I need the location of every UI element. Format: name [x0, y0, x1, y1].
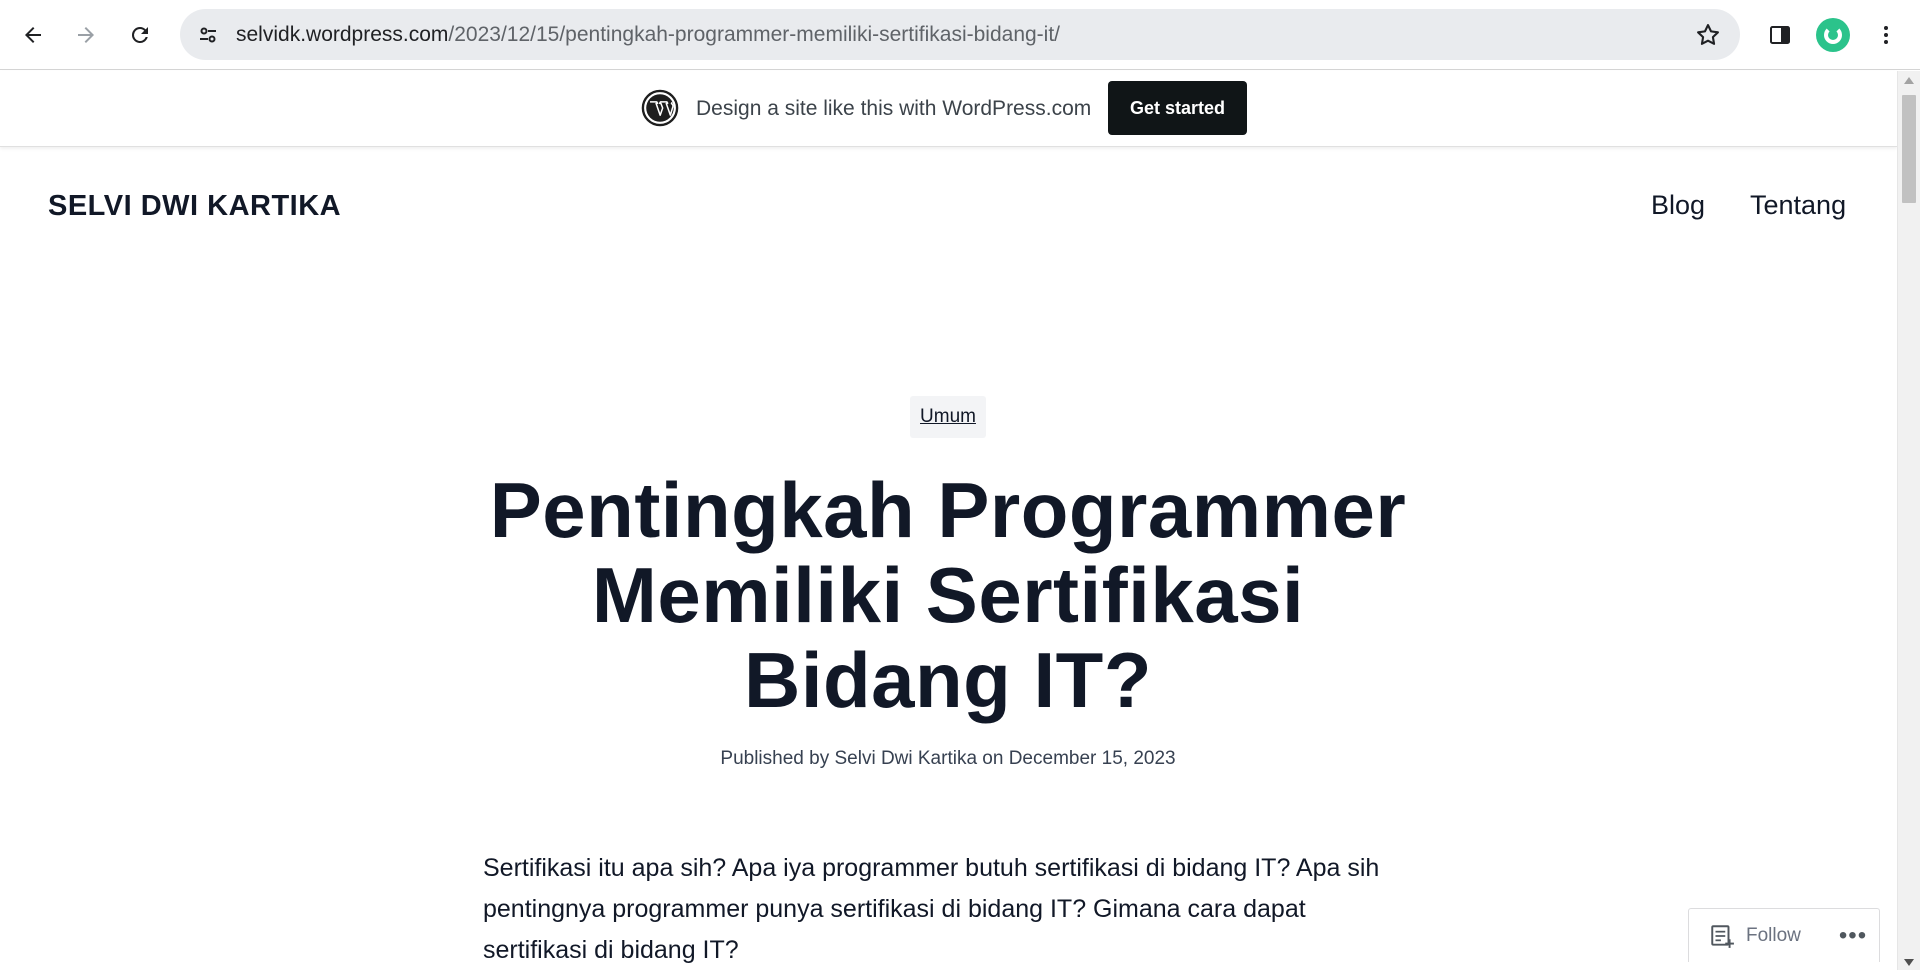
- site-title[interactable]: SELVI DWI KARTIKA: [48, 190, 341, 223]
- side-panel-button[interactable]: [1762, 17, 1798, 53]
- scrollbar-thumb[interactable]: [1902, 95, 1916, 203]
- site-info-icon[interactable]: [194, 21, 222, 49]
- post-title-line: Memiliki Sertifikasi: [591, 551, 1305, 639]
- post-title-line: Pentingkah Programmer: [489, 466, 1407, 554]
- url-text[interactable]: selvidk.wordpress.com/2023/12/15/penting…: [236, 23, 1060, 47]
- post-byline: Published by Selvi Dwi Kartika on Decemb…: [720, 748, 1176, 769]
- side-panel-icon: [1770, 26, 1790, 44]
- url-host: selvidk.wordpress.com: [236, 23, 449, 46]
- menu-icon: [1884, 26, 1888, 44]
- forward-button[interactable]: [68, 17, 104, 53]
- profile-avatar-glyph: [1824, 26, 1842, 44]
- profile-avatar[interactable]: [1816, 18, 1850, 52]
- browser-toolbar: selvidk.wordpress.com/2023/12/15/penting…: [0, 0, 1920, 70]
- wordpress-logo-icon[interactable]: [641, 89, 679, 127]
- banner-text: Design a site like this with WordPress.c…: [696, 97, 1092, 120]
- forward-icon: [78, 27, 94, 43]
- nav-item-blog[interactable]: Blog: [1651, 190, 1705, 221]
- bookmark-star-icon[interactable]: [1694, 21, 1722, 49]
- follow-widget: Follow •••: [1688, 908, 1880, 962]
- more-options-icon[interactable]: •••: [1836, 922, 1870, 949]
- url-path: /2023/12/15/pentingkah-programmer-memili…: [448, 23, 1061, 46]
- post-title-line: Bidang IT?: [744, 636, 1152, 724]
- reader-follow-icon[interactable]: [1709, 923, 1735, 949]
- post-paragraph: Sertifikasi itu apa sih? Apa iya program…: [483, 854, 1380, 964]
- post-title: Pentingkah Programmer Memiliki Sertifika…: [440, 468, 1456, 723]
- wordpress-promo-banner: Design a site like this with WordPress.c…: [0, 71, 1897, 147]
- browser-menu-button[interactable]: [1868, 17, 1904, 53]
- reload-button[interactable]: [122, 17, 158, 53]
- scroll-down-arrow-icon[interactable]: [1904, 959, 1914, 966]
- get-started-button[interactable]: Get started: [1108, 81, 1247, 135]
- reload-icon: [131, 26, 148, 43]
- back-icon: [25, 27, 41, 43]
- back-button[interactable]: [15, 17, 51, 53]
- nav-item-tentang[interactable]: Tentang: [1750, 190, 1846, 221]
- category-tag[interactable]: Umum: [910, 396, 986, 438]
- follow-button[interactable]: Follow: [1746, 925, 1801, 947]
- page-scrollbar[interactable]: [1897, 71, 1920, 970]
- scroll-up-arrow-icon[interactable]: [1904, 77, 1914, 84]
- address-bar[interactable]: selvidk.wordpress.com/2023/12/15/penting…: [180, 9, 1740, 60]
